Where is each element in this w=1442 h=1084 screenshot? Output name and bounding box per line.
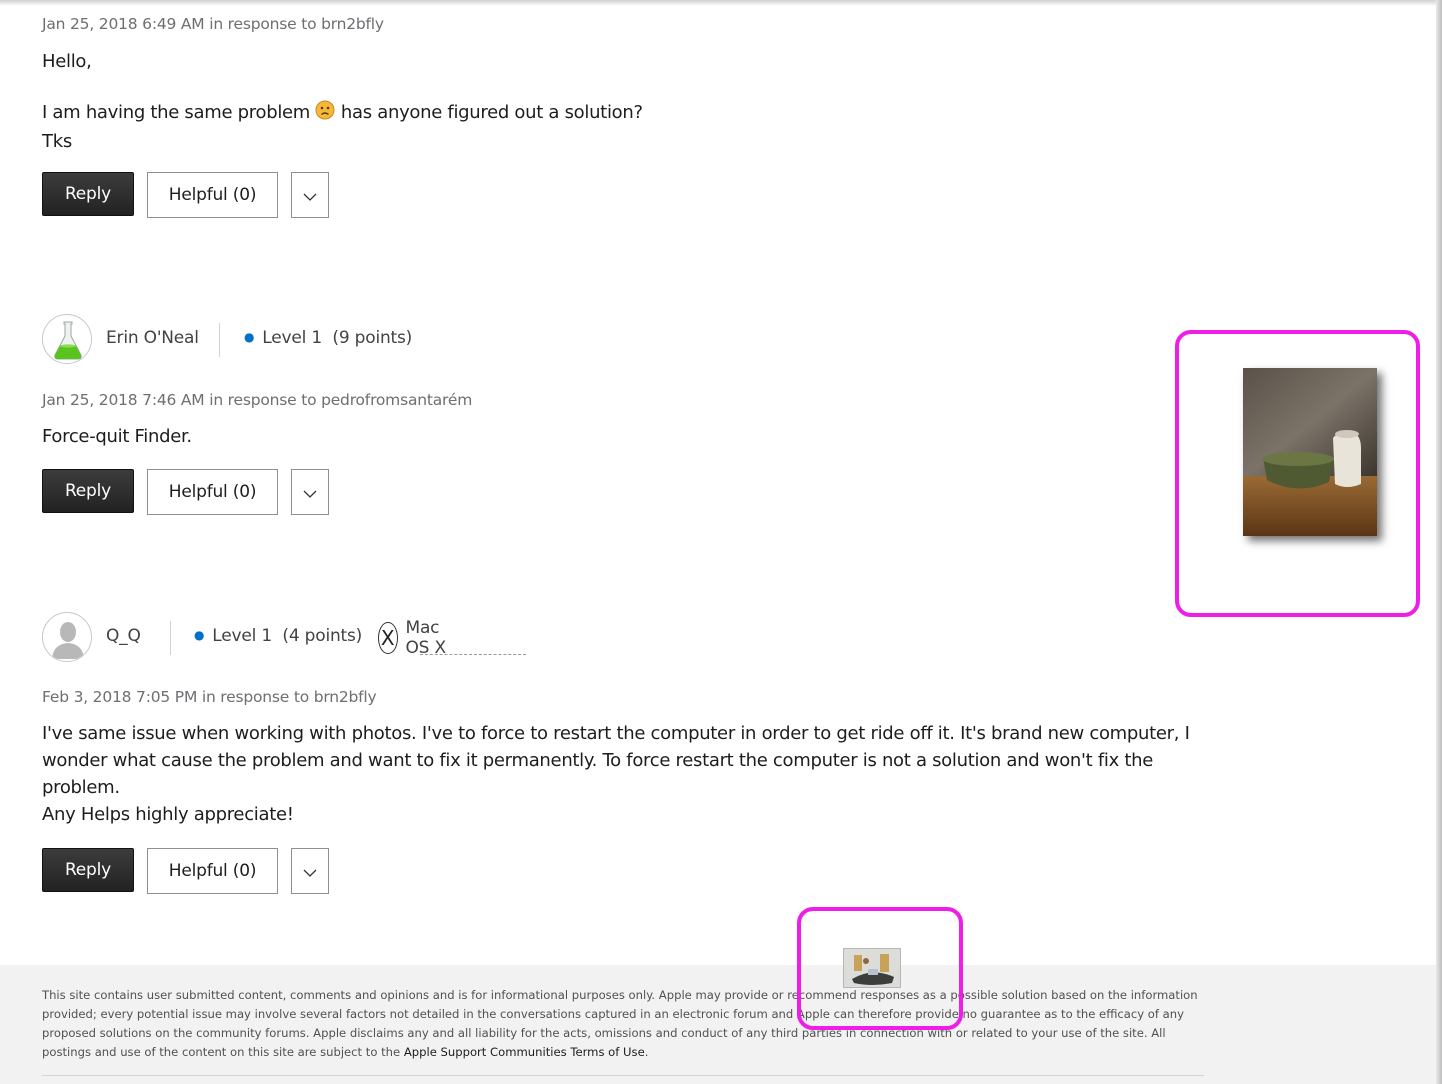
helpful-button[interactable]: Helpful (0)	[147, 469, 278, 515]
level-dot-icon: ●	[244, 330, 255, 344]
reply-button[interactable]: Reply	[42, 469, 134, 513]
level-label: Level 1	[262, 328, 322, 348]
highlight-box	[797, 907, 963, 1030]
post-meta: Jan 25, 2018 6:49 AM in response to brn2…	[42, 15, 384, 33]
top-shadow	[0, 0, 1442, 6]
terms-of-use-link[interactable]: Apple Support Communities Terms of Use	[404, 1045, 645, 1059]
level-label: Level 1	[212, 626, 272, 646]
post-body-line: Any Helps highly appreciate!	[42, 804, 294, 825]
post-body-line: Tks	[42, 131, 72, 152]
post-body: I've same issue when working with photos…	[42, 720, 1202, 828]
more-options-button[interactable]	[291, 848, 329, 894]
post-body-line: I am having the same problem has anyone …	[42, 99, 643, 128]
os-name: Mac OS X	[405, 618, 447, 658]
points-label: (9 points)	[332, 328, 413, 348]
post-body: Force-quit Finder.	[42, 423, 192, 450]
author-level: ● Level 1 (4 points)	[194, 626, 362, 646]
mac-os-x-icon: X	[378, 622, 398, 654]
os-badge: X Mac OS X	[378, 618, 452, 658]
avatar[interactable]	[42, 314, 92, 364]
more-options-button[interactable]	[291, 172, 329, 218]
post-body-text: has anyone figured out a solution?	[340, 102, 643, 123]
reply-button[interactable]: Reply	[42, 172, 134, 216]
reply-button[interactable]: Reply	[42, 848, 134, 892]
author-name[interactable]: Q_Q	[106, 626, 141, 646]
post-body-line: Hello,	[42, 51, 92, 72]
footer: This site contains user submitted conten…	[0, 965, 1436, 1084]
helpful-button[interactable]: Helpful (0)	[147, 172, 278, 218]
post-body-line: Force-quit Finder.	[42, 426, 192, 447]
chevron-down-icon	[303, 862, 317, 881]
disclaimer-text: This site contains user submitted conten…	[42, 986, 1212, 1062]
author-name[interactable]: Erin O'Neal	[106, 328, 199, 348]
points-label: (4 points)	[282, 626, 363, 646]
post-body-line: I've same issue when working with photos…	[42, 723, 1190, 744]
avatar[interactable]	[42, 612, 92, 662]
post-body-text: I am having the same problem	[42, 102, 311, 123]
post-meta: Jan 25, 2018 7:46 AM in response to pedr…	[42, 391, 473, 409]
divider	[170, 621, 171, 655]
post-body: Hello, I am having the same problem has …	[42, 48, 643, 155]
helpful-button[interactable]: Helpful (0)	[147, 848, 278, 894]
level-dot-icon: ●	[194, 628, 205, 642]
post-meta: Feb 3, 2018 7:05 PM in response to brn2b…	[42, 688, 377, 706]
more-options-button[interactable]	[291, 469, 329, 515]
divider	[219, 323, 220, 357]
post-body-line: problem.	[42, 777, 120, 798]
window-right-edge	[1436, 0, 1442, 1084]
chevron-down-icon	[303, 483, 317, 502]
frown-emoji-icon	[315, 100, 335, 128]
os-underline	[420, 654, 526, 655]
flask-avatar-icon	[43, 316, 91, 363]
default-user-avatar-icon	[43, 614, 91, 661]
footer-divider	[42, 1075, 1204, 1076]
chevron-down-icon	[303, 186, 317, 205]
author-level: ● Level 1 (9 points)	[244, 328, 412, 348]
disclaimer-suffix: .	[644, 1045, 649, 1059]
post-body-line: wonder what cause the problem and want t…	[42, 750, 1154, 771]
highlight-box	[1175, 330, 1420, 617]
